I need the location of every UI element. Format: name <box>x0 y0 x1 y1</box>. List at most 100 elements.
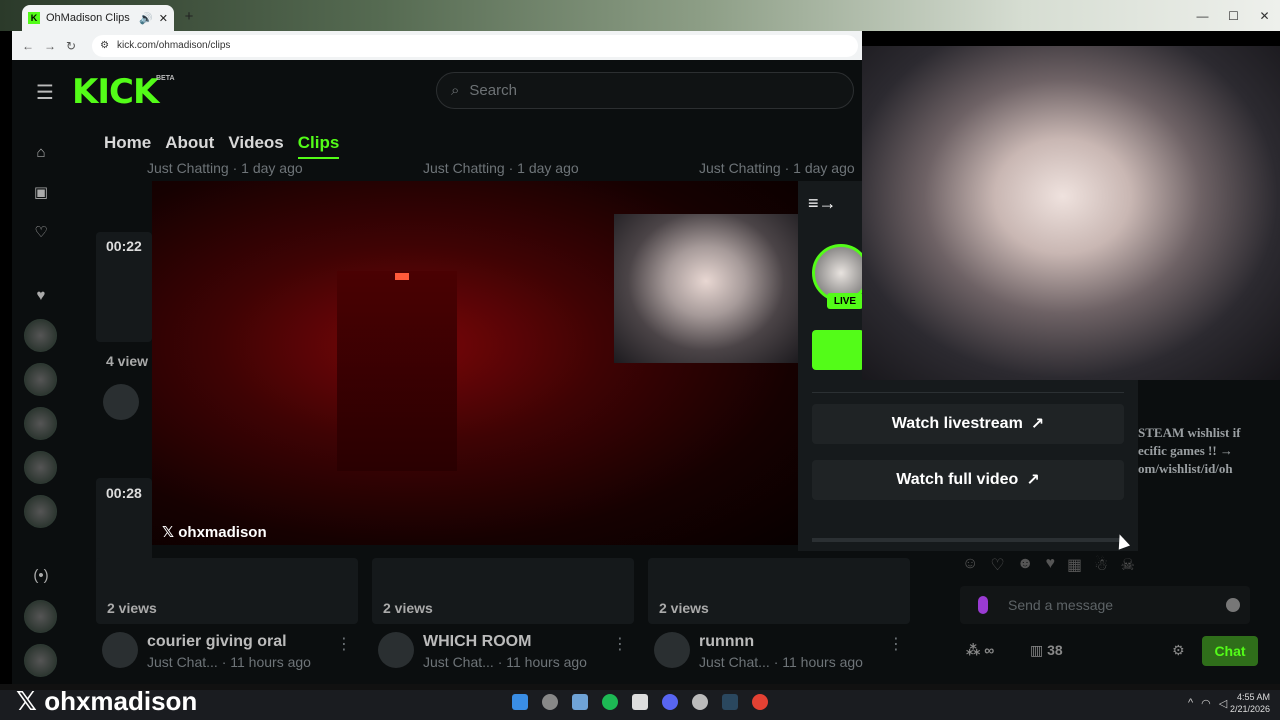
notepad-icon[interactable] <box>572 694 588 710</box>
followed-channel-avatar[interactable] <box>24 319 57 352</box>
emoji-picker-icon[interactable] <box>1226 598 1240 612</box>
clip-more-icon[interactable]: ⋮ <box>888 634 904 654</box>
emote-icon[interactable]: ♥ <box>1046 555 1056 575</box>
external-link-icon: ↗ <box>1026 472 1040 489</box>
streamer-webcam-overlay <box>862 46 1280 380</box>
url-field[interactable]: ⚙ kick.com/ohmadison/clips <box>92 34 858 57</box>
video-watermark: 𝕏 ohxmadison <box>162 523 267 541</box>
clip-meta: Just Chatting · 1 day ago <box>423 160 579 176</box>
wifi-icon[interactable]: ◠ <box>1201 697 1211 710</box>
kick-emote-icon[interactable] <box>978 596 988 614</box>
beta-badge: BETA <box>156 75 175 82</box>
emote-icon[interactable]: ♡ <box>990 555 1004 575</box>
kick-logo[interactable]: KICK <box>72 72 159 112</box>
chat-send-button[interactable]: Chat <box>1202 636 1258 666</box>
clip-meta: Just Chat... · 11 hours ago <box>423 654 587 670</box>
back-icon[interactable]: ← <box>22 39 34 53</box>
clip-duration: 00:28 <box>106 485 142 501</box>
recommended-channel-avatar[interactable] <box>24 600 57 633</box>
viewer-count: ▥ 38 <box>1030 642 1063 659</box>
tab-videos[interactable]: Videos <box>228 133 283 159</box>
home-icon[interactable]: ⌂ <box>30 141 52 163</box>
tab-clips[interactable]: Clips <box>297 133 340 159</box>
clip-avatar[interactable] <box>654 632 690 668</box>
clock-date: 2/21/2026 <box>1229 703 1270 714</box>
tab-audio-icon[interactable]: 🔊 <box>139 12 153 25</box>
channel-description: STEAM wishlist if ecific games !! → om/w… <box>1138 425 1241 477</box>
clip-avatar[interactable] <box>102 632 138 668</box>
site-info-icon[interactable]: ⚙ <box>100 40 109 51</box>
collapse-panel-icon[interactable]: ≡→ <box>808 193 837 214</box>
clip-title[interactable]: courier giving oral <box>147 633 287 651</box>
browse-icon[interactable]: ▣ <box>30 181 52 203</box>
minimize-button[interactable]: — <box>1187 0 1218 31</box>
clip-avatar[interactable] <box>103 384 139 420</box>
window-controls: — ☐ ✕ <box>1187 0 1280 31</box>
tab-home[interactable]: Home <box>104 133 151 159</box>
followed-channel-avatar[interactable] <box>24 363 57 396</box>
discord-icon[interactable] <box>662 694 678 710</box>
x-logo-icon: 𝕏 <box>162 524 175 541</box>
live-badge: LIVE <box>827 293 863 309</box>
followed-channel-avatar[interactable] <box>24 451 57 484</box>
profile-tabs: Home About Videos Clips <box>104 133 340 159</box>
tray-chevron-icon[interactable]: ^ <box>1188 697 1193 710</box>
recommended-channel-avatar[interactable] <box>24 644 57 677</box>
emote-icon[interactable]: ☃ <box>1094 555 1108 575</box>
favorites-heart-icon[interactable]: ♥ <box>30 284 52 306</box>
taskbar-clock[interactable]: 4:55 AM 2/21/2026 <box>1226 692 1270 715</box>
steam-icon[interactable] <box>722 694 738 710</box>
chat-settings-icon[interactable]: ⚙ <box>1172 642 1185 659</box>
channel-points-icon[interactable]: ⁂ ∞ <box>966 642 994 659</box>
chat-message-input[interactable]: Send a message <box>960 586 1250 624</box>
snipping-tool-icon[interactable] <box>632 694 648 710</box>
windows-start-icon[interactable] <box>512 694 528 710</box>
viewer-count-value: 38 <box>1047 642 1063 658</box>
clip-duration: 00:22 <box>106 238 142 254</box>
obs-icon[interactable] <box>692 694 708 710</box>
search-icon: ⌕ <box>451 82 460 99</box>
hamburger-menu-icon[interactable]: ☰ <box>36 80 54 105</box>
tab-about[interactable]: About <box>165 133 214 159</box>
clip-meta: Just Chatting · 1 day ago <box>147 160 303 176</box>
search-input[interactable]: ⌕ Search <box>436 72 854 109</box>
emote-icon[interactable]: ☺ <box>962 555 978 575</box>
emote-icon[interactable]: ▦ <box>1067 555 1082 575</box>
search-icon[interactable] <box>542 694 558 710</box>
watch-livestream-button[interactable]: Watch livestream ↗ <box>812 404 1124 444</box>
follow-button[interactable] <box>812 330 864 370</box>
streamer-webcam-inset <box>614 214 798 363</box>
forward-icon[interactable]: → <box>44 39 56 53</box>
panel-scrollbar[interactable] <box>812 538 1124 542</box>
overlay-handle-text: ohxmadison <box>44 686 198 716</box>
clip-more-icon[interactable]: ⋮ <box>612 634 628 654</box>
x-logo-icon: 𝕏 <box>16 686 37 716</box>
clip-meta: Just Chatting · 1 day ago <box>699 160 855 176</box>
stream-overlay-handle: 𝕏 ohxmadison <box>16 686 197 717</box>
browser-tab[interactable]: K OhMadison Clips - Watch 🔊 ✕ <box>22 5 174 31</box>
spotify-icon[interactable] <box>602 694 618 710</box>
address-bar: ← → ↻ ⚙ kick.com/ohmadison/clips <box>12 31 862 60</box>
emote-icon[interactable]: ☻ <box>1017 555 1034 575</box>
clip-avatar[interactable] <box>378 632 414 668</box>
emote-icon[interactable]: ☠ <box>1121 555 1135 575</box>
clip-title[interactable]: runnnn <box>699 633 754 651</box>
chrome-icon[interactable] <box>752 694 768 710</box>
clip-views: 4 view <box>106 353 149 369</box>
clip-views: 2 views <box>107 600 157 616</box>
tab-close-icon[interactable]: ✕ <box>159 12 168 25</box>
clip-title[interactable]: WHICH ROOM <box>423 633 531 651</box>
emote-bar: ☺ ♡ ☻ ♥ ▦ ☃ ☠ <box>962 555 1135 575</box>
new-tab-button[interactable]: + <box>180 7 198 25</box>
followed-channel-avatar[interactable] <box>24 495 57 528</box>
close-window-button[interactable]: ✕ <box>1249 0 1280 31</box>
following-icon[interactable]: ♡ <box>30 221 52 243</box>
clip-meta: Just Chat... · 11 hours ago <box>699 654 863 670</box>
followed-channel-avatar[interactable] <box>24 407 57 440</box>
watch-full-video-button[interactable]: Watch full video ↗ <box>812 460 1124 500</box>
browser-tab-title: OhMadison Clips - Watch <box>46 12 133 24</box>
maximize-button[interactable]: ☐ <box>1218 0 1249 31</box>
reload-icon[interactable]: ↻ <box>66 39 76 53</box>
clip-more-icon[interactable]: ⋮ <box>336 634 352 654</box>
recommended-icon[interactable]: (•) <box>30 564 52 586</box>
